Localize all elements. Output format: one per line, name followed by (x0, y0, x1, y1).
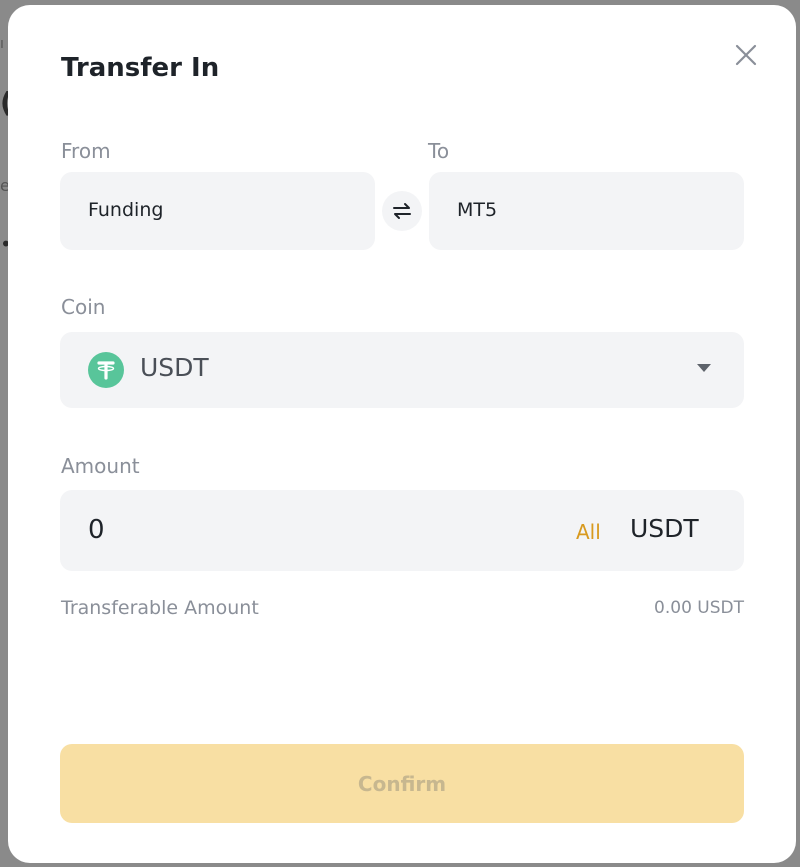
amount-field: All USDT (60, 490, 744, 571)
to-account-value: MT5 (457, 199, 498, 221)
confirm-button[interactable]: Confirm (60, 744, 744, 823)
close-icon (735, 44, 757, 66)
coin-select[interactable]: USDT (60, 332, 744, 408)
coin-label: Coin (61, 295, 106, 319)
transferable-amount-label: Transferable Amount (61, 597, 259, 619)
swap-arrows-icon (393, 203, 411, 219)
caret-down-icon (697, 364, 711, 372)
to-account-select[interactable]: MT5 (429, 172, 744, 250)
tether-icon (88, 352, 124, 388)
from-account-value: Funding (88, 199, 164, 221)
swap-accounts-button[interactable] (382, 191, 422, 231)
amount-input[interactable] (88, 510, 528, 550)
from-label: From (61, 139, 111, 163)
to-label: To (428, 139, 450, 163)
modal-title: Transfer In (61, 53, 220, 83)
close-button[interactable] (730, 39, 762, 71)
from-account-select[interactable]: Funding (60, 172, 375, 250)
transfer-in-modal: Transfer In From To Funding MT5 Coin USD… (8, 5, 796, 863)
coin-value: USDT (140, 353, 209, 382)
amount-label: Amount (61, 454, 140, 478)
transferable-amount-value: 0.00 USDT (654, 598, 744, 618)
backdrop-text-fragment: ı (0, 36, 4, 52)
all-button[interactable]: All (576, 520, 601, 544)
amount-unit: USDT (630, 514, 699, 543)
